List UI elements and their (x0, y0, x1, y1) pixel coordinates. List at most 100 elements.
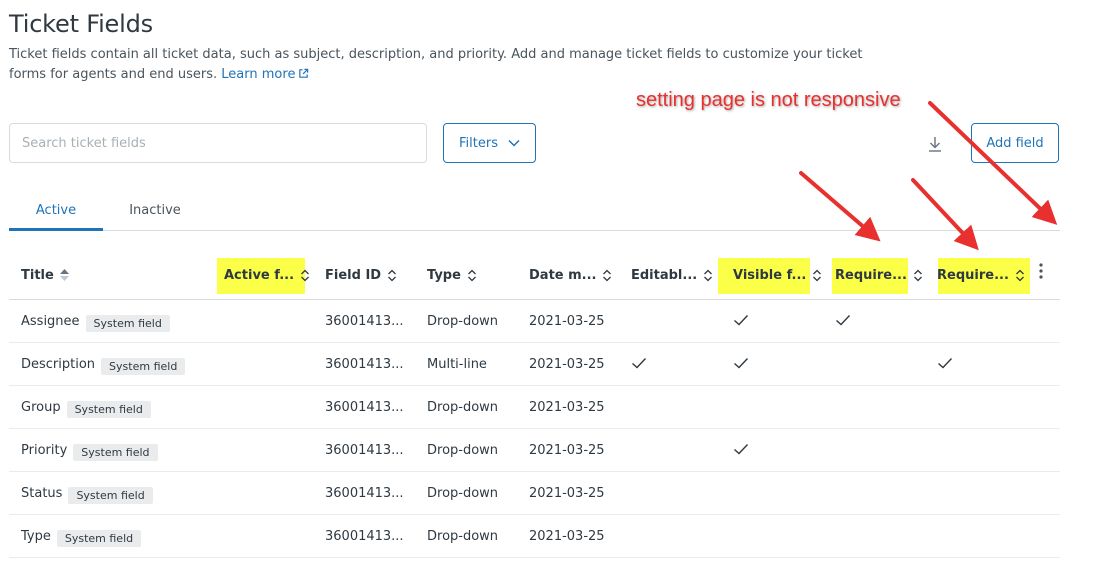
table-row[interactable]: Type System field 36001413... Drop-down 2021… (9, 515, 1060, 558)
tab-inactive[interactable]: Inactive (119, 193, 191, 231)
cell-title: Status System field (21, 472, 153, 515)
cell-type: Drop-down (427, 314, 499, 329)
cell-type: Drop-down (427, 443, 499, 458)
field-title: Priority (21, 443, 68, 458)
cell-field-id: 36001413... (325, 314, 404, 329)
table-row[interactable]: Assignee System field 36001413... Drop-down… (9, 300, 1060, 343)
cell-visible (733, 300, 749, 343)
more-options-icon[interactable] (1037, 262, 1045, 280)
page-description: Ticket fields contain all ticket data, s… (9, 45, 889, 85)
column-header-field-id[interactable]: Field ID (325, 250, 397, 300)
learn-more-link[interactable]: Learn more (221, 67, 309, 82)
cell-field-id: 36001413... (325, 357, 404, 372)
system-field-badge: System field (73, 443, 158, 461)
cell-type: Drop-down (427, 400, 499, 415)
chevron-down-icon (508, 139, 520, 147)
field-title: Status (21, 486, 63, 501)
cell-date-modified: 2021-03-25 (529, 486, 605, 501)
table-row[interactable]: Description System field 36001413... Multi-… (9, 343, 1060, 386)
table-row[interactable]: Status System field 36001413... Drop-down 20… (9, 472, 1060, 515)
column-header-label: Editabl... (631, 267, 698, 283)
cell-field-id: 36001413... (325, 529, 404, 544)
system-field-badge: System field (101, 357, 186, 375)
column-header-required-1[interactable]: Require... (835, 250, 923, 300)
cell-type: Drop-down (427, 529, 499, 544)
column-header-active-form[interactable]: Active f... (224, 250, 310, 300)
cell-visible (733, 343, 749, 386)
column-header-type[interactable]: Type (427, 250, 477, 300)
sort-icon (813, 269, 822, 281)
column-header-required-2[interactable]: Require... (937, 250, 1025, 300)
checkmark-icon (733, 357, 749, 373)
cell-field-id: 36001413... (325, 486, 404, 501)
cell-date-modified: 2021-03-25 (529, 443, 605, 458)
cell-title: Type System field (21, 515, 142, 558)
sort-icon (301, 269, 309, 281)
column-header-label: Visible f... (733, 267, 807, 283)
field-title: Type (21, 529, 51, 544)
sort-icon (467, 269, 476, 281)
cell-date-modified: 2021-03-25 (529, 400, 605, 415)
column-header-label: Require... (835, 267, 907, 283)
tab-list: Active Inactive (9, 193, 1060, 231)
ticket-fields-table: Title Active f... Field ID Type Date m..… (9, 250, 1060, 558)
external-link-icon (299, 68, 309, 78)
system-field-badge: System field (66, 400, 151, 418)
column-header-label: Require... (937, 267, 1009, 283)
learn-more-label: Learn more (221, 67, 296, 82)
field-title: Group (21, 400, 61, 415)
cell-date-modified: 2021-03-25 (529, 357, 605, 372)
cell-title: Description System field (21, 343, 186, 386)
cell-date-modified: 2021-03-25 (529, 314, 605, 329)
checkmark-icon (631, 357, 647, 373)
search-input[interactable] (9, 123, 427, 163)
checkmark-icon (835, 314, 851, 330)
sort-icon (704, 269, 713, 281)
system-field-badge: System field (68, 486, 153, 504)
field-title: Assignee (21, 314, 80, 329)
checkmark-icon (937, 357, 953, 373)
column-header-editable[interactable]: Editabl... (631, 250, 713, 300)
checkmark-icon (733, 314, 749, 330)
annotation-text: setting page is not responsive (636, 89, 901, 111)
cell-editable (631, 343, 647, 386)
column-header-label: Type (427, 267, 461, 283)
sort-icon (913, 269, 922, 281)
sort-icon (1015, 269, 1024, 281)
cell-required-2 (937, 343, 953, 386)
cell-visible (733, 429, 749, 472)
field-title: Description (21, 357, 96, 372)
column-header-date-modified[interactable]: Date m... (529, 250, 612, 300)
page-description-text: Ticket fields contain all ticket data, s… (9, 47, 863, 82)
table-row[interactable]: Priority System field 36001413... Drop-down… (9, 429, 1060, 472)
add-field-button[interactable]: Add field (971, 123, 1059, 163)
table-row[interactable]: Group System field 36001413... Drop-down 202… (9, 386, 1060, 429)
filters-button[interactable]: Filters (443, 123, 536, 163)
column-header-label: Active f... (224, 267, 295, 283)
sort-icon (388, 269, 397, 281)
checkmark-icon (733, 443, 749, 459)
cell-title: Priority System field (21, 429, 158, 472)
system-field-badge: System field (85, 314, 170, 332)
cell-type: Drop-down (427, 486, 499, 501)
tab-active[interactable]: Active (9, 193, 103, 231)
column-header-label: Title (21, 267, 54, 283)
download-icon[interactable] (926, 135, 944, 153)
cell-required-1 (835, 300, 851, 343)
cell-field-id: 36001413... (325, 400, 404, 415)
cell-field-id: 36001413... (325, 443, 404, 458)
cell-title: Assignee System field (21, 300, 170, 343)
cell-date-modified: 2021-03-25 (529, 529, 605, 544)
column-header-label: Field ID (325, 267, 382, 283)
table-body: Assignee System field 36001413... Drop-down… (9, 300, 1060, 558)
page-title: Ticket Fields (9, 10, 153, 38)
column-header-visible[interactable]: Visible f... (733, 250, 822, 300)
system-field-badge: System field (56, 529, 142, 547)
cell-title: Group System field (21, 386, 151, 429)
column-header-label: Date m... (529, 267, 597, 283)
sort-ascending-icon (59, 269, 69, 281)
sort-icon (603, 269, 612, 281)
cell-type: Multi-line (427, 357, 487, 372)
column-header-title[interactable]: Title (21, 250, 69, 300)
filters-label: Filters (459, 135, 498, 151)
